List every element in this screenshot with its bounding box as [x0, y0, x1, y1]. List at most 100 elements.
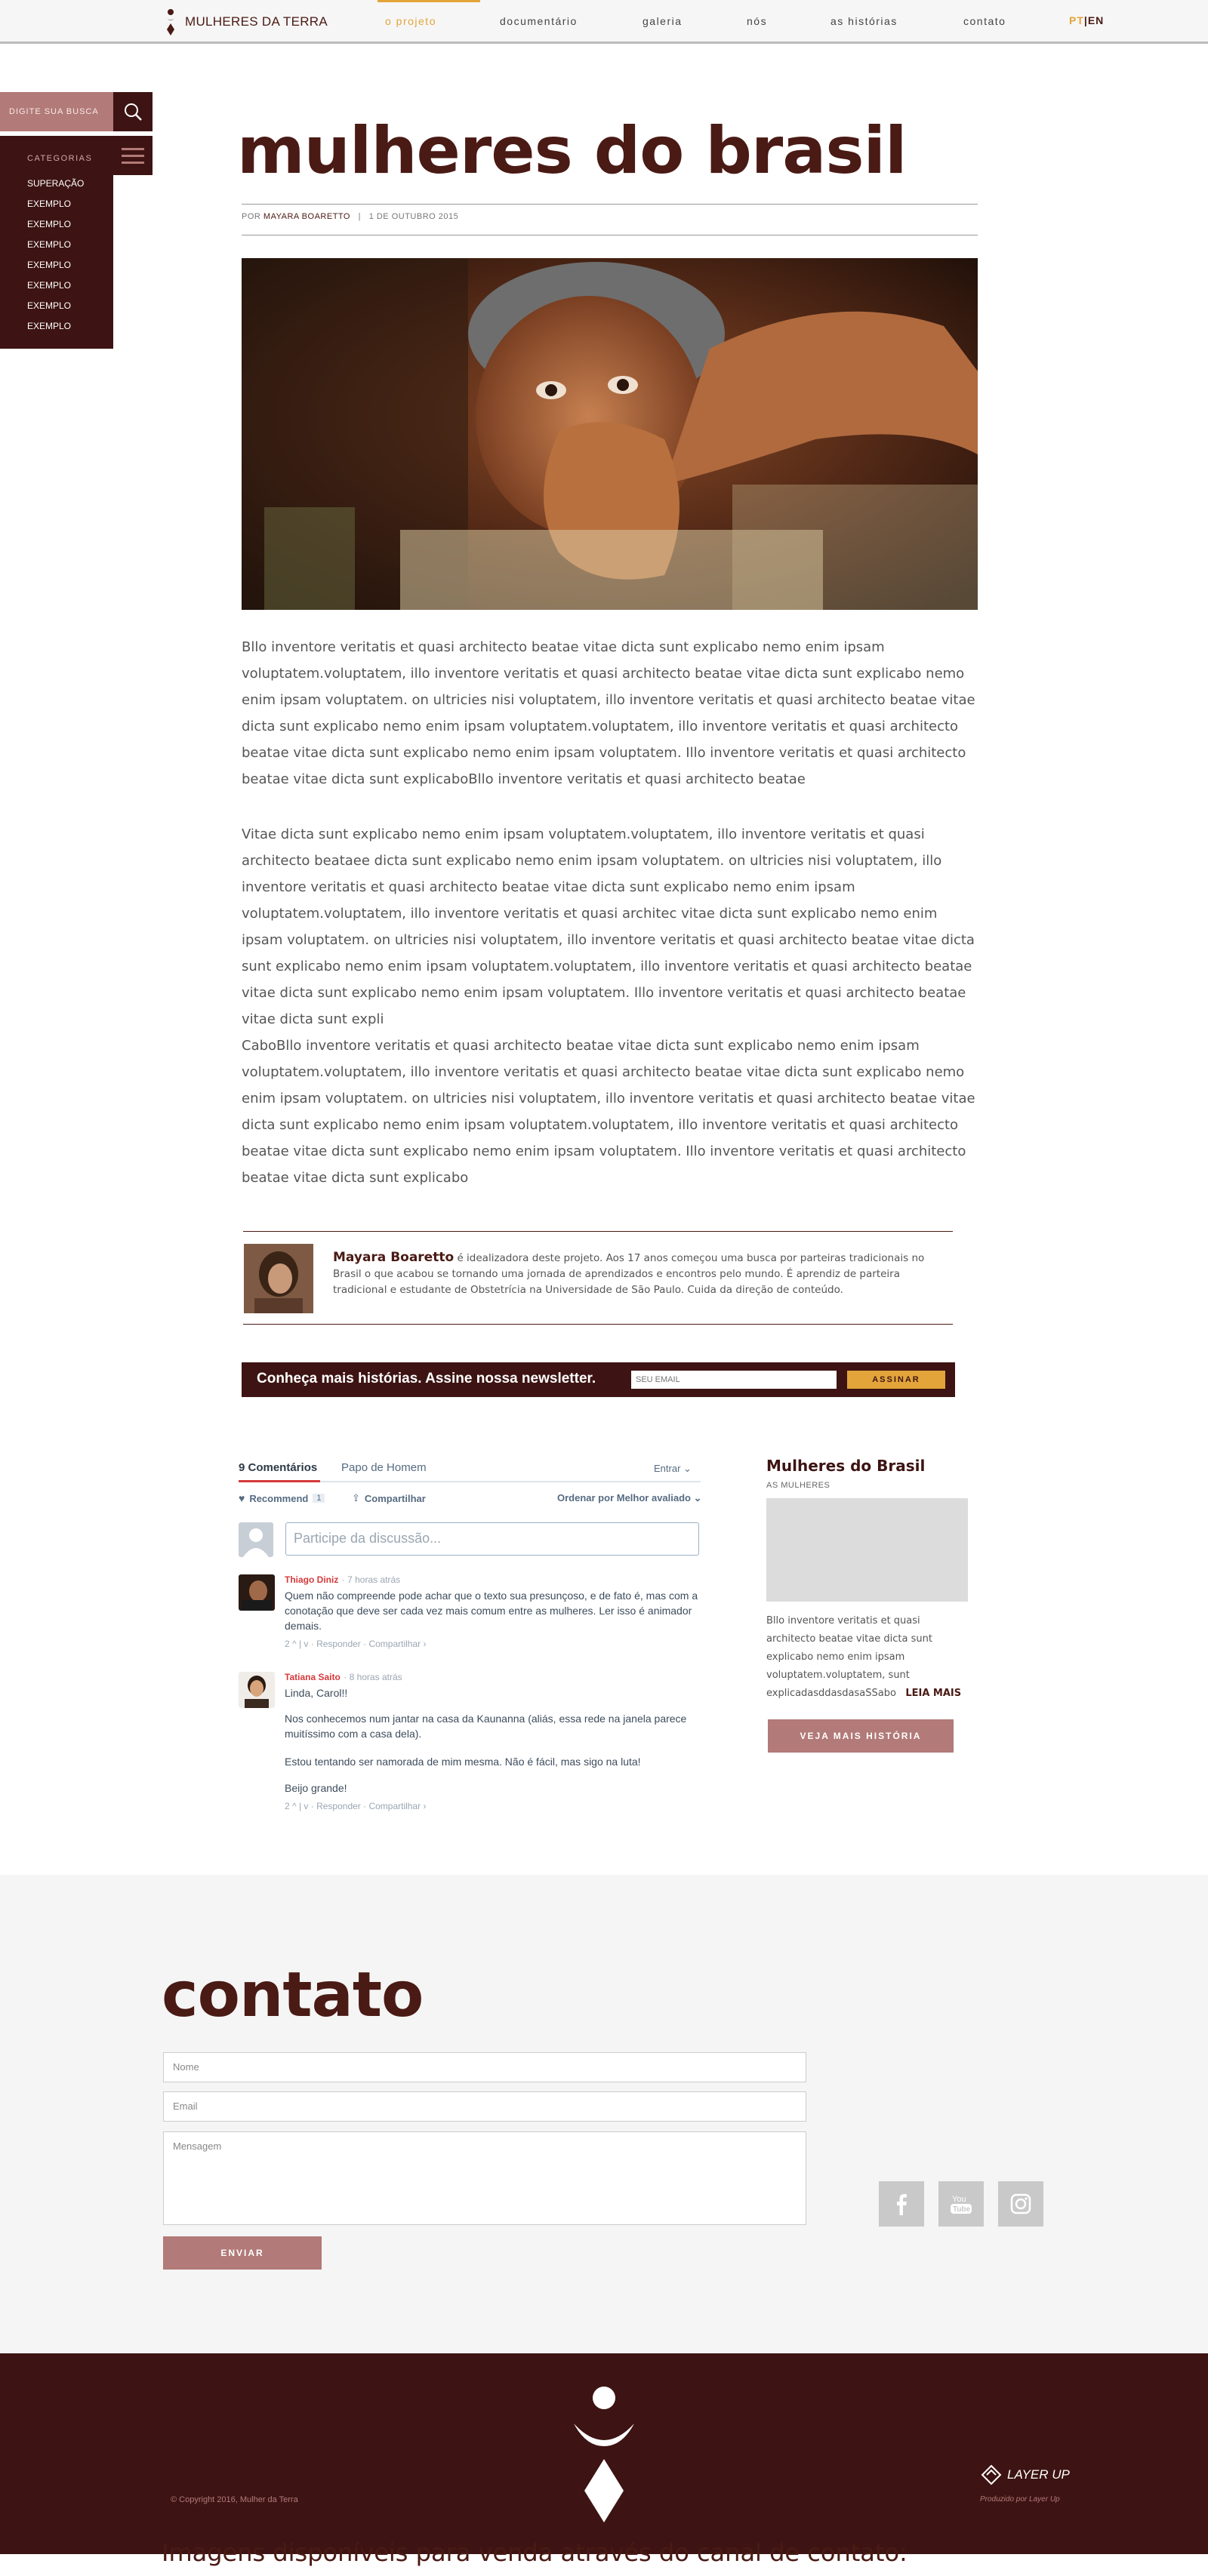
category-item[interactable]: EXEMPLO: [27, 235, 113, 255]
user-avatar-placeholder: [239, 1522, 273, 1557]
instagram-link[interactable]: [998, 2181, 1043, 2227]
categories-panel: CATEGORIAS SUPERAÇÃO EXEMPLO EXEMPLO EXE…: [0, 136, 113, 349]
nav-contato[interactable]: contato: [963, 15, 1006, 27]
author-divider-top: [243, 1231, 953, 1232]
instagram-icon: [1010, 2193, 1031, 2214]
category-item[interactable]: EXEMPLO: [27, 296, 113, 316]
comment-body: Estou tentando ser namorada de mim mesma…: [285, 1756, 641, 1768]
commenter-name[interactable]: Thiago Diniz: [285, 1574, 338, 1585]
email-field[interactable]: Email: [163, 2091, 806, 2122]
comment-actions[interactable]: 2 ^ | v · Responder · Compartilhar ›: [285, 1639, 426, 1649]
commenter-photo: [239, 1672, 275, 1708]
related-card-title[interactable]: Mulheres do Brasil: [766, 1457, 925, 1475]
comment-actions[interactable]: 2 ^ | v · Responder · Compartilhar ›: [285, 1801, 426, 1811]
more-stories-button[interactable]: VEJA MAIS HISTÓRIA: [768, 1719, 954, 1753]
comment-header: Tatiana Saito · 8 horas atrás: [285, 1670, 402, 1684]
login-button[interactable]: Entrar ⌄: [654, 1463, 692, 1475]
layerup-logo-icon: [981, 2464, 1002, 2485]
sort-dropdown[interactable]: Ordenar por Melhor avaliado ⌄: [557, 1492, 702, 1504]
byline-separator: |: [358, 212, 362, 221]
hamburger-icon: [122, 147, 144, 150]
nav-as-historias[interactable]: as histórias: [830, 15, 898, 27]
newsletter-email-input[interactable]: [631, 1371, 837, 1389]
lang-pt[interactable]: PT: [1069, 14, 1084, 26]
category-item[interactable]: EXEMPLO: [27, 316, 113, 337]
byline-author[interactable]: MAYARA BOARETTO: [263, 212, 350, 221]
tab-community[interactable]: Papo de Homem: [341, 1461, 427, 1474]
commenter-name[interactable]: Tatiana Saito: [285, 1672, 341, 1682]
byline-prefix: POR: [242, 212, 261, 221]
article-paragraph: CaboBllo inventore veritatis et quasi ar…: [242, 1038, 975, 1186]
svg-text:You: You: [952, 2195, 966, 2204]
logo-text: MULHERES DA TERRA: [185, 14, 328, 29]
comment-time[interactable]: · 8 horas atrás: [344, 1672, 402, 1682]
category-item[interactable]: EXEMPLO: [27, 214, 113, 235]
author-divider-bottom: [243, 1324, 953, 1325]
related-card-image[interactable]: [766, 1498, 968, 1602]
newsletter-text: Conheça mais histórias. Assine nossa new…: [257, 1371, 596, 1386]
category-item[interactable]: EXEMPLO: [27, 275, 113, 296]
nav-active-indicator: [378, 0, 480, 2]
share-button[interactable]: ⇪ Compartilhar: [352, 1492, 426, 1504]
search-button[interactable]: [113, 92, 153, 131]
recommend-label: Recommend: [249, 1492, 309, 1504]
related-card-excerpt: Bllo inventore veritatis et quasi archit…: [766, 1615, 932, 1699]
contact-title: contato: [162, 1959, 424, 2031]
comment-header: Thiago Diniz · 7 horas atrás: [285, 1573, 400, 1587]
related-card-text: Bllo inventore veritatis et quasi archit…: [766, 1612, 970, 1703]
newsletter-bar: Conheça mais histórias. Assine nossa new…: [242, 1362, 955, 1397]
comment-time[interactable]: · 7 horas atrás: [342, 1574, 400, 1585]
svg-text:Tube: Tube: [953, 2205, 971, 2214]
mulheres-logo-icon: [165, 9, 176, 35]
category-item[interactable]: EXEMPLO: [27, 194, 113, 214]
recommend-button[interactable]: ♥ Recommend 1: [239, 1492, 325, 1504]
commenter-avatar: [239, 1574, 275, 1611]
subscribe-button[interactable]: ASSINAR: [847, 1371, 945, 1389]
share-label: Compartilhar: [364, 1492, 426, 1504]
related-card-subtitle: AS MULHERES: [766, 1481, 830, 1490]
search-icon: [125, 103, 142, 121]
facebook-link[interactable]: [879, 2181, 924, 2227]
comment-body: Nos conhecemos num jantar na casa da Kau…: [285, 1713, 687, 1740]
comment-body: Beijo grande!: [285, 1782, 347, 1794]
message-field[interactable]: Mensagem: [163, 2131, 806, 2225]
name-field[interactable]: Nome: [163, 2052, 806, 2082]
comment-input[interactable]: Participe da discussão...: [285, 1522, 699, 1556]
hamburger-icon: [122, 154, 144, 157]
recommend-count: 1: [313, 1494, 325, 1503]
article-title: mulheres do brasil: [237, 113, 907, 189]
article-paragraph: Bllo inventore veritatis et quasi archit…: [242, 639, 975, 787]
tab-comments[interactable]: 9 Comentários: [239, 1461, 317, 1474]
youtube-link[interactable]: You Tube: [938, 2181, 984, 2227]
site-logo[interactable]: MULHERES DA TERRA: [164, 8, 328, 36]
layerup-logo[interactable]: LAYER UP: [980, 2464, 1070, 2486]
author-photo: [244, 1244, 313, 1313]
nav-documentario[interactable]: documentário: [500, 15, 578, 27]
author-avatar: [244, 1244, 313, 1313]
byline-date: 1 DE OUTUBRO 2015: [368, 212, 459, 221]
read-more-link[interactable]: LEIA MAIS: [905, 1688, 961, 1699]
article-byline: POR MAYARA BOARETTO | 1 DE OUTUBRO 2015: [242, 212, 458, 221]
nav-o-projeto[interactable]: o projeto: [385, 15, 436, 27]
send-button[interactable]: ENVIAR: [163, 2236, 322, 2270]
copyright-text: © Copyright 2016, Mulher da Terra: [171, 2495, 298, 2504]
commenter-avatar: [239, 1672, 275, 1708]
title-divider: [242, 204, 978, 205]
user-icon: [243, 1528, 269, 1557]
article-paragraph: Vitae dicta sunt explicabo nemo enim ips…: [242, 826, 975, 1027]
layerup-logo-text: LAYER UP: [1007, 2467, 1070, 2482]
category-item[interactable]: EXEMPLO: [27, 255, 113, 275]
categories-menu-button[interactable]: [113, 136, 153, 175]
author-bio: Mayara Boaretto é idealizadora deste pro…: [333, 1250, 937, 1298]
nav-galeria[interactable]: galeria: [643, 15, 683, 27]
hero-photo: [242, 258, 978, 610]
category-item[interactable]: SUPERAÇÃO: [27, 174, 113, 194]
bottom-caption: Imagens disponíveis para venda através d…: [162, 2538, 908, 2567]
search-input[interactable]: DIGITE SUA BUSCA: [0, 92, 113, 131]
hero-image: [242, 258, 978, 610]
footer-logo-icon: [574, 2387, 634, 2522]
author-name: Mayara Boaretto: [333, 1250, 455, 1265]
nav-nos[interactable]: nós: [747, 15, 767, 27]
lang-en[interactable]: EN: [1088, 14, 1104, 26]
comment-body: Linda, Carol!!: [285, 1687, 348, 1699]
